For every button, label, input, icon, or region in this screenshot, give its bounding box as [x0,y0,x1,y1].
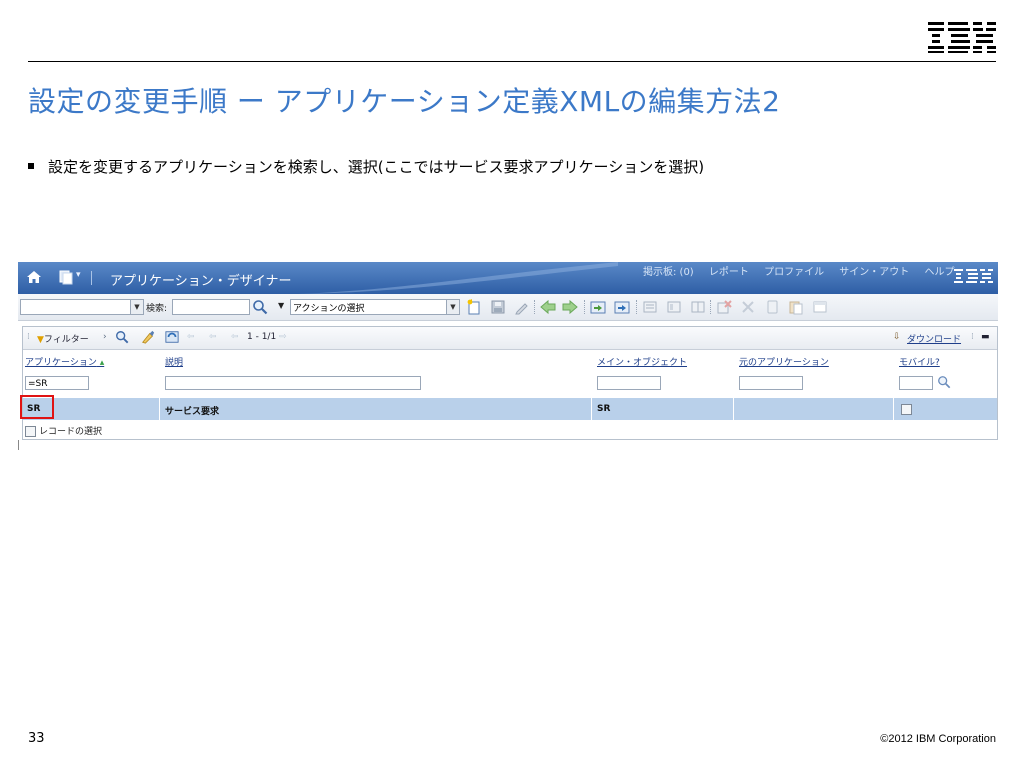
header-swoosh [298,262,618,294]
ibm-logo [928,22,996,53]
column-divider [591,398,592,420]
column-header-main-object[interactable]: メイン・オブジェクト [597,355,687,368]
cell-main-object: SR [597,404,611,414]
ibm-logo-small [954,269,993,283]
pages-icon[interactable] [58,269,74,285]
delete-icon[interactable] [716,299,732,315]
window-icon[interactable] [812,299,828,315]
edit-icon[interactable] [514,299,530,315]
import-icon[interactable] [590,299,606,315]
filter-original-application-input[interactable] [739,376,803,390]
chevron-down-icon[interactable]: ▾ [76,270,81,280]
chevron-down-icon[interactable]: ▼ [446,300,459,314]
slide-title: 設定の変更手順 ー アプリケーション定義XMLの編集方法2 [28,85,781,118]
chevron-right-icon: › [103,332,107,342]
column-header-original-application[interactable]: 元のアプリケーション [739,355,829,368]
filter-toggle[interactable]: ▼フィルター [37,332,89,345]
export-icon[interactable] [614,299,630,315]
chevron-down-icon[interactable]: ▼ [130,300,143,314]
bullet-marker [28,163,34,169]
split-view-icon[interactable] [690,299,706,315]
search-label: 検索: [146,304,168,314]
app-titlebar: ▾ アプリケーション・デザイナー 掲示板: (0) レポート プロファイル サイ… [18,262,998,294]
filter-icon: ▼ [37,335,44,345]
list-toolbar: ⁞ ▼フィルター › ⇦ ⇦ ⇦ 1 - 1/1 ⇨ ⇩ ダウンロード ⁞ ▬ [23,327,997,350]
first-page-icon[interactable]: ⇦ [187,332,195,342]
search-icon[interactable] [937,375,951,389]
nav-sign-out[interactable]: サイン・アウト [839,267,909,278]
nav-help[interactable]: ヘルプ [924,267,954,278]
mobile-checkbox[interactable] [901,404,912,415]
nav-bulletin[interactable]: 掲示板: (0) [643,267,694,278]
column-divider [733,398,734,420]
save-icon[interactable] [490,299,506,315]
search-icon[interactable] [252,299,268,315]
edge-line [18,440,19,450]
app-screenshot: ▾ アプリケーション・デザイナー 掲示板: (0) レポート プロファイル サイ… [18,262,998,450]
filter-application-input[interactable]: =SR [25,376,89,390]
search-input[interactable] [172,299,250,315]
top-nav: 掲示板: (0) レポート プロファイル サイン・アウト ヘルプ [643,263,966,278]
table-row[interactable]: SR サービス要求 SR [23,398,997,420]
copy-icon[interactable] [764,299,780,315]
bullet-text: 設定を変更するアプリケーションを検索し、選択(ここではサービス要求アプリケーショ… [48,158,705,176]
arrow-left-icon[interactable]: ⇦ [231,332,239,342]
home-icon[interactable] [26,269,42,285]
select-records-checkbox[interactable] [25,426,36,437]
previous-page-icon[interactable]: ⇦ [209,332,217,342]
title-divider [91,271,92,285]
next-page-icon[interactable]: ⇨ [279,332,287,342]
download-icon: ⇩ [893,332,901,342]
detail-view-icon[interactable] [666,299,682,315]
cut-icon[interactable] [740,299,756,315]
toolbar-divider [534,300,536,314]
paste-icon[interactable] [788,299,804,315]
grip-icon: ⁞ [971,332,974,342]
page-number: 33 [28,731,45,746]
bullet-item: 設定を変更するアプリケーションを検索し、選択(ここではサービス要求アプリケーショ… [28,156,704,177]
filter-main-object-input[interactable] [597,376,661,390]
column-divider [159,398,160,420]
new-record-icon[interactable] [466,299,482,315]
grip-icon: ⁞ [27,332,30,342]
toolbar-divider [710,300,712,314]
selection-highlight-box [20,395,54,419]
filter-mobile-input[interactable] [899,376,933,390]
find-icon[interactable] [115,330,129,344]
clear-filter-icon[interactable] [141,330,155,344]
application-list-panel: ⁞ ▼フィルター › ⇦ ⇦ ⇦ 1 - 1/1 ⇨ ⇩ ダウンロード ⁞ ▬ … [20,326,998,440]
record-combo[interactable]: ▼ [20,299,144,315]
list-view-icon[interactable] [642,299,658,315]
toolbar-divider [584,300,586,314]
arrow-right-icon[interactable] [562,299,578,315]
pagination-status: 1 - 1/1 [247,332,277,342]
app-title: アプリケーション・デザイナー [110,274,292,289]
cell-description: サービス要求 [165,407,220,417]
download-link[interactable]: ダウンロード [907,332,961,345]
action-select[interactable]: アクションの選択 ▼ [290,299,460,315]
refresh-icon[interactable] [165,330,179,344]
copyright-notice: ©2012 IBM Corporation [880,733,996,745]
select-records-label: レコードの選択 [39,427,103,437]
column-header-description[interactable]: 説明 [165,355,183,368]
column-divider [893,398,894,420]
arrow-left-icon[interactable] [540,299,556,315]
action-select-value: アクションの選択 [293,304,365,314]
filter-description-input[interactable] [165,376,421,390]
header-rule [28,61,996,62]
nav-profile[interactable]: プロファイル [764,267,824,278]
toolbar-divider [636,300,638,314]
column-header-application[interactable]: アプリケーション ▴ [25,355,104,368]
collapse-icon[interactable]: ▬ [981,332,990,342]
chevron-down-icon[interactable]: ▼ [278,301,284,310]
column-header-mobile[interactable]: モバイル? [899,355,940,368]
nav-reports[interactable]: レポート [709,267,749,278]
app-toolbar: ▼ 検索: ▼ アクションの選択 ▼ [18,294,998,321]
sort-ascending-icon: ▴ [96,358,105,368]
